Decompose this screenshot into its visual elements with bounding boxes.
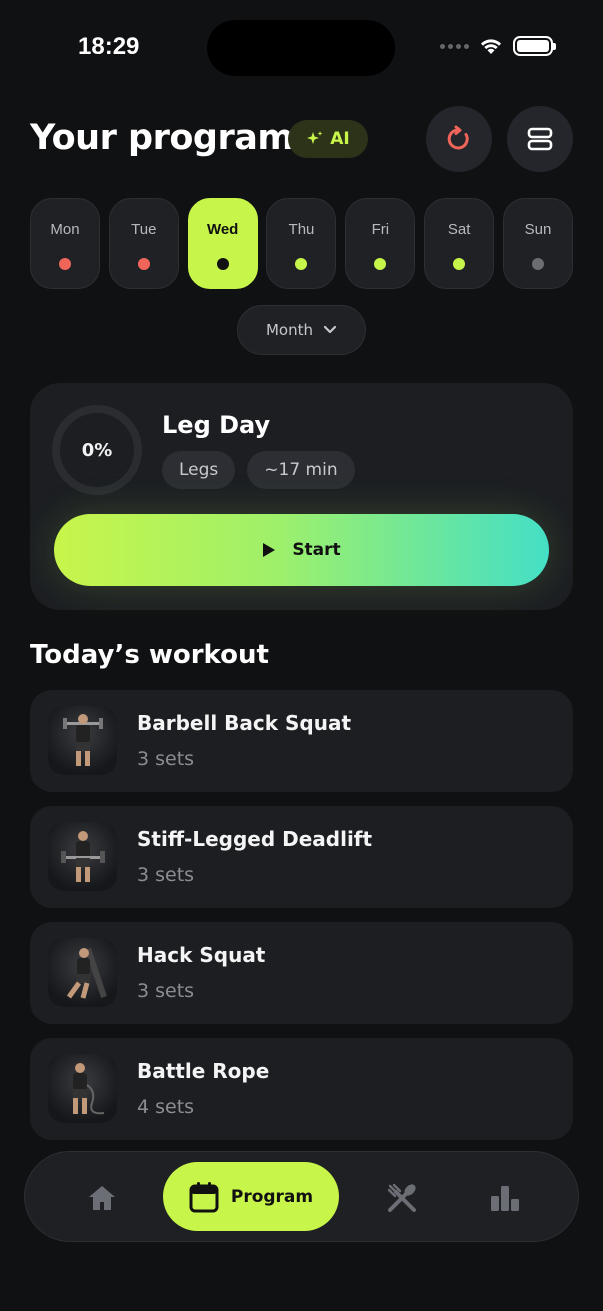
exercise-thumbnail <box>48 822 117 891</box>
day-tue[interactable]: Tue <box>108 198 179 289</box>
home-icon <box>89 1185 115 1210</box>
layout-button[interactable] <box>507 106 573 172</box>
exercise-name: Battle Rope <box>137 1059 270 1083</box>
exercise-thumbnail <box>48 938 117 1007</box>
workout-card: 0% Leg Day Legs ~17 min Start <box>30 383 573 610</box>
exercise-sets: 3 sets <box>137 748 195 770</box>
exercise-sets: 4 sets <box>137 1096 195 1118</box>
exercise-thumbnail <box>48 1054 117 1123</box>
day-status-dot <box>374 258 387 270</box>
muscle-tag: Legs <box>162 451 236 489</box>
exercise-sets: 3 sets <box>137 864 195 886</box>
nav-program[interactable]: Program <box>163 1162 339 1231</box>
exercise-item[interactable]: Battle Rope 4 sets <box>30 1038 573 1140</box>
day-mon[interactable]: Mon <box>30 198 100 289</box>
day-status-dot <box>216 258 229 270</box>
day-label: Fri <box>371 221 390 238</box>
exercise-sets: 3 sets <box>137 980 195 1002</box>
day-label: Mon <box>50 221 80 238</box>
utensils-icon <box>387 1183 416 1212</box>
ai-badge[interactable]: AI <box>288 120 368 158</box>
day-label: Thu <box>288 221 315 238</box>
battery-icon <box>513 36 556 56</box>
header: Your program AI <box>30 106 575 172</box>
day-label: Tue <box>131 221 157 238</box>
status-time: 18:29 <box>78 33 140 60</box>
workout-title: Leg Day <box>162 411 271 439</box>
signal-icon <box>440 43 469 49</box>
progress-ring: 0% <box>52 405 142 495</box>
day-wed[interactable]: Wed <box>187 198 258 289</box>
nav-program-label: Program <box>230 1186 314 1207</box>
day-selector: Mon Tue Wed Thu Fri Sat Sun <box>30 198 573 289</box>
progress-value: 0% <box>81 439 113 461</box>
day-thu[interactable]: Thu <box>266 198 337 289</box>
exercise-name: Stiff-Legged Deadlift <box>137 827 373 851</box>
nav-nutrition[interactable] <box>377 1152 427 1243</box>
month-label: Month <box>265 321 313 339</box>
exercise-item[interactable]: Stiff-Legged Deadlift 3 sets <box>30 806 573 908</box>
duration-tag: ~17 min <box>247 451 355 489</box>
day-status-dot <box>295 258 308 270</box>
start-label: Start <box>292 540 341 560</box>
refresh-icon <box>447 125 469 150</box>
day-sun[interactable]: Sun <box>502 198 573 289</box>
status-bar: 18:29 <box>0 0 603 96</box>
status-icons <box>440 36 556 56</box>
day-status-dot <box>531 258 544 270</box>
play-icon <box>263 543 276 557</box>
rows-icon <box>527 127 553 151</box>
day-label: Sat <box>447 221 471 238</box>
workout-tags: Legs ~17 min <box>162 451 355 489</box>
bar-chart-icon <box>491 1185 519 1211</box>
day-sat[interactable]: Sat <box>424 198 495 289</box>
start-button[interactable]: Start <box>54 514 549 586</box>
ai-label: AI <box>330 129 350 149</box>
day-label: Sun <box>524 221 552 238</box>
day-fri[interactable]: Fri <box>345 198 416 289</box>
day-status-dot <box>453 258 466 270</box>
exercise-name: Hack Squat <box>137 943 266 967</box>
exercise-list: Barbell Back Squat 3 sets Stiff-Legged D… <box>30 690 573 1154</box>
nav-home[interactable] <box>77 1152 127 1243</box>
exercise-name: Barbell Back Squat <box>137 711 352 735</box>
dynamic-island <box>207 20 395 76</box>
chevron-down-icon <box>323 325 337 334</box>
day-status-dot <box>59 258 71 270</box>
bottom-nav: Program <box>24 1151 579 1242</box>
exercise-item[interactable]: Hack Squat 3 sets <box>30 922 573 1024</box>
day-status-dot <box>137 258 150 270</box>
calendar-icon <box>189 1181 219 1212</box>
refresh-button[interactable] <box>426 106 492 172</box>
section-title: Today’s workout <box>30 640 269 670</box>
exercise-item[interactable]: Barbell Back Squat 3 sets <box>30 690 573 792</box>
nav-stats[interactable] <box>480 1152 530 1243</box>
page-title: Your program <box>30 118 294 158</box>
day-label: Wed <box>206 221 239 238</box>
month-toggle-button[interactable]: Month <box>237 305 366 355</box>
exercise-thumbnail <box>48 706 117 775</box>
wifi-icon <box>479 37 503 55</box>
sparkle-icon <box>307 131 323 144</box>
